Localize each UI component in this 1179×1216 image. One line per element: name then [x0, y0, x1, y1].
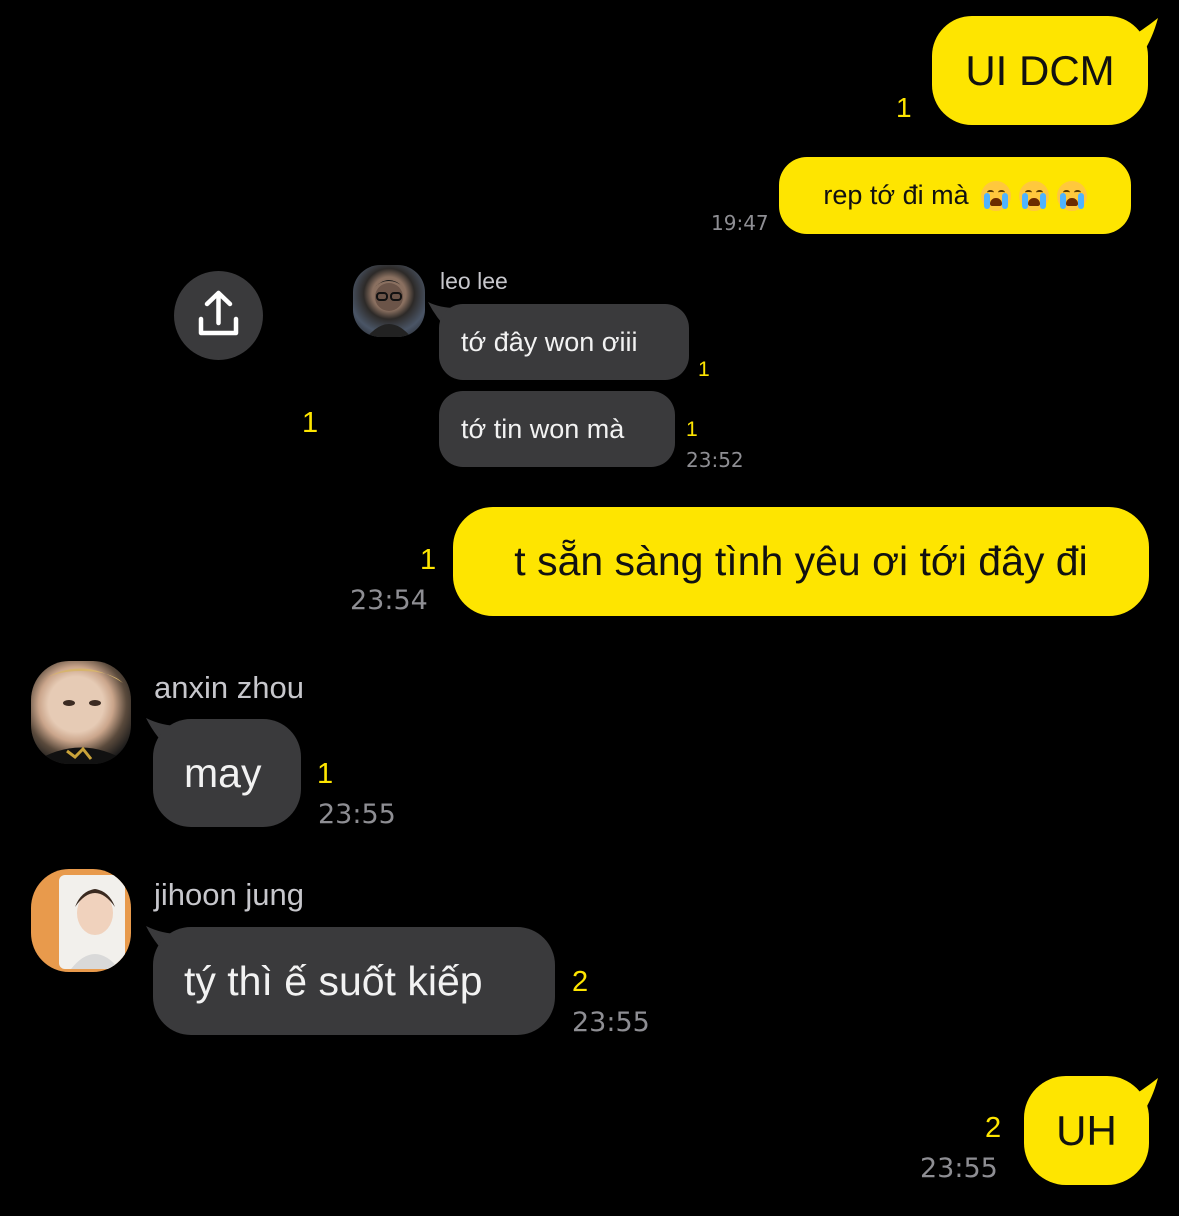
- message-text: t sẵn sàng tình yêu ơi tới đây đi: [514, 538, 1088, 584]
- message-timestamp: 23:52: [686, 448, 744, 472]
- unread-count: 1: [698, 358, 710, 381]
- bubble-tail: [1118, 1078, 1158, 1114]
- other-message-bubble[interactable]: tý thì ế suốt kiếp: [153, 927, 555, 1035]
- message-text: tớ tin won mà: [461, 413, 625, 444]
- loudly-crying-face-icon: [1018, 180, 1049, 211]
- other-message-bubble[interactable]: may: [153, 719, 301, 827]
- message-text: rep tớ đi mà: [823, 180, 969, 210]
- share-button[interactable]: [174, 271, 263, 360]
- person-photo: [59, 875, 125, 969]
- message-text: tớ đây won ơiii: [461, 326, 638, 357]
- unread-count: 2: [985, 1112, 1002, 1144]
- sender-name: anxin zhou: [154, 670, 304, 705]
- unread-count: 1: [317, 758, 334, 790]
- avatar[interactable]: [31, 869, 131, 972]
- unread-count: 1: [420, 544, 437, 576]
- unread-count: 1: [302, 407, 319, 439]
- avatar[interactable]: [31, 661, 131, 764]
- message-timestamp: 23:55: [318, 799, 396, 830]
- bubble-tail: [1118, 18, 1158, 54]
- my-message-bubble[interactable]: rep tớ đi mà: [779, 157, 1131, 234]
- sender-name: jihoon jung: [154, 877, 304, 912]
- unread-count: 1: [896, 92, 912, 123]
- my-message-bubble[interactable]: t sẵn sàng tình yêu ơi tới đây đi: [453, 507, 1149, 616]
- my-message-bubble[interactable]: UI DCM: [932, 16, 1148, 125]
- message-text: tý thì ế suốt kiếp: [184, 957, 483, 1004]
- unread-count: 1: [686, 418, 698, 441]
- share-upload-icon: [198, 290, 239, 336]
- unread-count: 2: [572, 966, 589, 998]
- sender-name: leo lee: [440, 268, 508, 294]
- loudly-crying-face-icon: [980, 180, 1011, 211]
- message-timestamp: 19:47: [711, 211, 769, 235]
- person-photo: [31, 668, 131, 764]
- message-timestamp: 23:55: [572, 1007, 650, 1038]
- message-text: UI DCM: [965, 46, 1115, 94]
- message-text: may: [184, 749, 262, 796]
- message-timestamp: 23:54: [350, 585, 428, 616]
- avatar[interactable]: [353, 265, 425, 337]
- other-message-bubble[interactable]: tớ đây won ơiii: [439, 304, 689, 380]
- other-message-bubble[interactable]: tớ tin won mà: [439, 391, 675, 467]
- loudly-crying-face-icon: [1056, 180, 1087, 211]
- person-photo: [367, 280, 411, 337]
- message-timestamp: 23:55: [920, 1153, 998, 1184]
- message-text: UH: [1056, 1106, 1117, 1154]
